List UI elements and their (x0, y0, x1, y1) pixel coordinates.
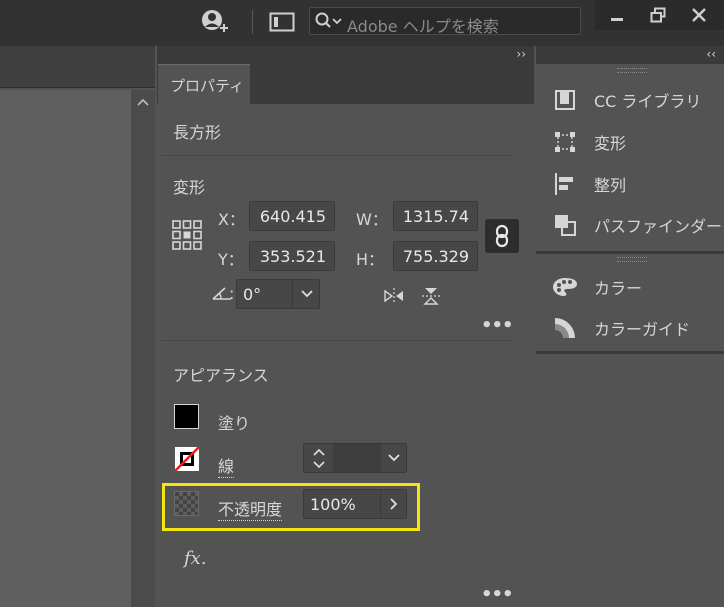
panel-group-divider (536, 351, 724, 354)
constrain-proportions-link-icon[interactable] (485, 219, 519, 253)
help-search-input[interactable]: Adobe ヘルプを検索 (309, 7, 581, 36)
panel-item-color-guide[interactable]: カラーガイド (552, 313, 690, 343)
minimize-icon[interactable] (597, 0, 637, 30)
color-guide-icon (552, 315, 578, 341)
angle-dropdown-chevron-icon[interactable] (292, 280, 320, 308)
fill-label[interactable]: 塗り (218, 410, 250, 434)
panel-item-label: カラーガイド (594, 320, 691, 339)
panel-item-pathfinder[interactable]: パスファインダー (552, 210, 722, 240)
panel-item-cc-libraries[interactable]: CC ライブラリ (552, 85, 701, 115)
panel-item-transform[interactable]: 変形 (552, 127, 626, 157)
effects-fx-button[interactable]: fx. (184, 548, 207, 569)
panel-collapse-bar[interactable]: ›› (157, 46, 534, 64)
transform-more-options-icon[interactable]: ••• (481, 315, 514, 336)
appearance-heading: アピアランス (173, 366, 269, 385)
stroke-label[interactable]: 線 (218, 453, 235, 478)
panel-item-label: 整列 (594, 176, 627, 195)
x-field[interactable]: 640.415 (249, 201, 335, 231)
search-placeholder: Adobe ヘルプを検索 (347, 17, 499, 36)
fill-swatch[interactable] (174, 404, 199, 429)
appearance-more-options-icon[interactable]: ••• (481, 584, 514, 605)
panel-item-label: カラー (594, 279, 643, 298)
tab-properties[interactable]: プロパティ (158, 64, 250, 105)
selection-type-label: 長方形 (173, 123, 222, 142)
toolbar-divider (252, 10, 253, 34)
stepper-down-icon[interactable] (306, 458, 332, 471)
panel-item-label: CC ライブラリ (594, 92, 702, 111)
color-palette-icon (552, 274, 578, 300)
panel-group-grip[interactable] (617, 257, 647, 262)
x-label: X： (218, 210, 245, 229)
flip-vertical-icon[interactable] (419, 285, 443, 307)
section-divider (162, 155, 514, 156)
collapse-panel-icon[interactable]: ›› (516, 46, 526, 63)
w-label: W： (356, 210, 388, 229)
transform-icon (552, 129, 578, 155)
vertical-scrollbar[interactable] (131, 90, 155, 607)
arrange-documents-icon[interactable] (266, 9, 298, 35)
flip-horizontal-icon[interactable] (382, 285, 406, 307)
panel-item-color[interactable]: カラー (552, 272, 642, 302)
stepper-up-icon[interactable] (306, 445, 332, 458)
opacity-highlight-box (162, 483, 420, 531)
expand-panels-icon[interactable]: ‹‹ (706, 46, 716, 63)
panel-item-label: 変形 (594, 134, 627, 153)
search-icon (314, 11, 344, 31)
transform-heading: 変形 (173, 178, 206, 197)
document-tab-bar (0, 46, 155, 88)
panel-group-grip[interactable] (617, 68, 647, 73)
artboard-canvas[interactable] (0, 90, 131, 607)
panel-item-align[interactable]: 整列 (552, 169, 626, 199)
panel-group-divider (536, 251, 724, 254)
close-icon[interactable] (679, 0, 719, 30)
stroke-none-swatch-icon[interactable] (174, 446, 200, 472)
right-panel-collapse-bar[interactable]: ‹‹ (536, 46, 724, 64)
stroke-weight-dropdown-chevron-icon[interactable] (381, 444, 406, 472)
h-field[interactable]: 755.329 (393, 241, 478, 271)
angle-colon: : (229, 284, 235, 303)
restore-icon[interactable] (638, 0, 678, 30)
scroll-up-arrow-icon[interactable] (133, 94, 153, 110)
application-bar: Adobe ヘルプを検索 (0, 0, 724, 46)
stroke-weight-value[interactable] (333, 444, 381, 472)
align-icon (552, 171, 578, 197)
y-field[interactable]: 353.521 (249, 241, 335, 271)
user-sync-icon[interactable] (196, 7, 232, 37)
stroke-weight-stepper[interactable] (303, 443, 407, 473)
cc-libraries-icon (552, 87, 578, 113)
h-label: H： (356, 250, 385, 269)
panel-item-label: パスファインダー (594, 217, 723, 236)
rotate-angle-value: 0° (243, 284, 262, 304)
w-field[interactable]: 1315.74 (393, 201, 478, 231)
y-label: Y： (218, 250, 244, 269)
reference-point-icon[interactable] (170, 218, 204, 252)
pathfinder-icon (552, 212, 578, 238)
section-divider (162, 340, 514, 341)
